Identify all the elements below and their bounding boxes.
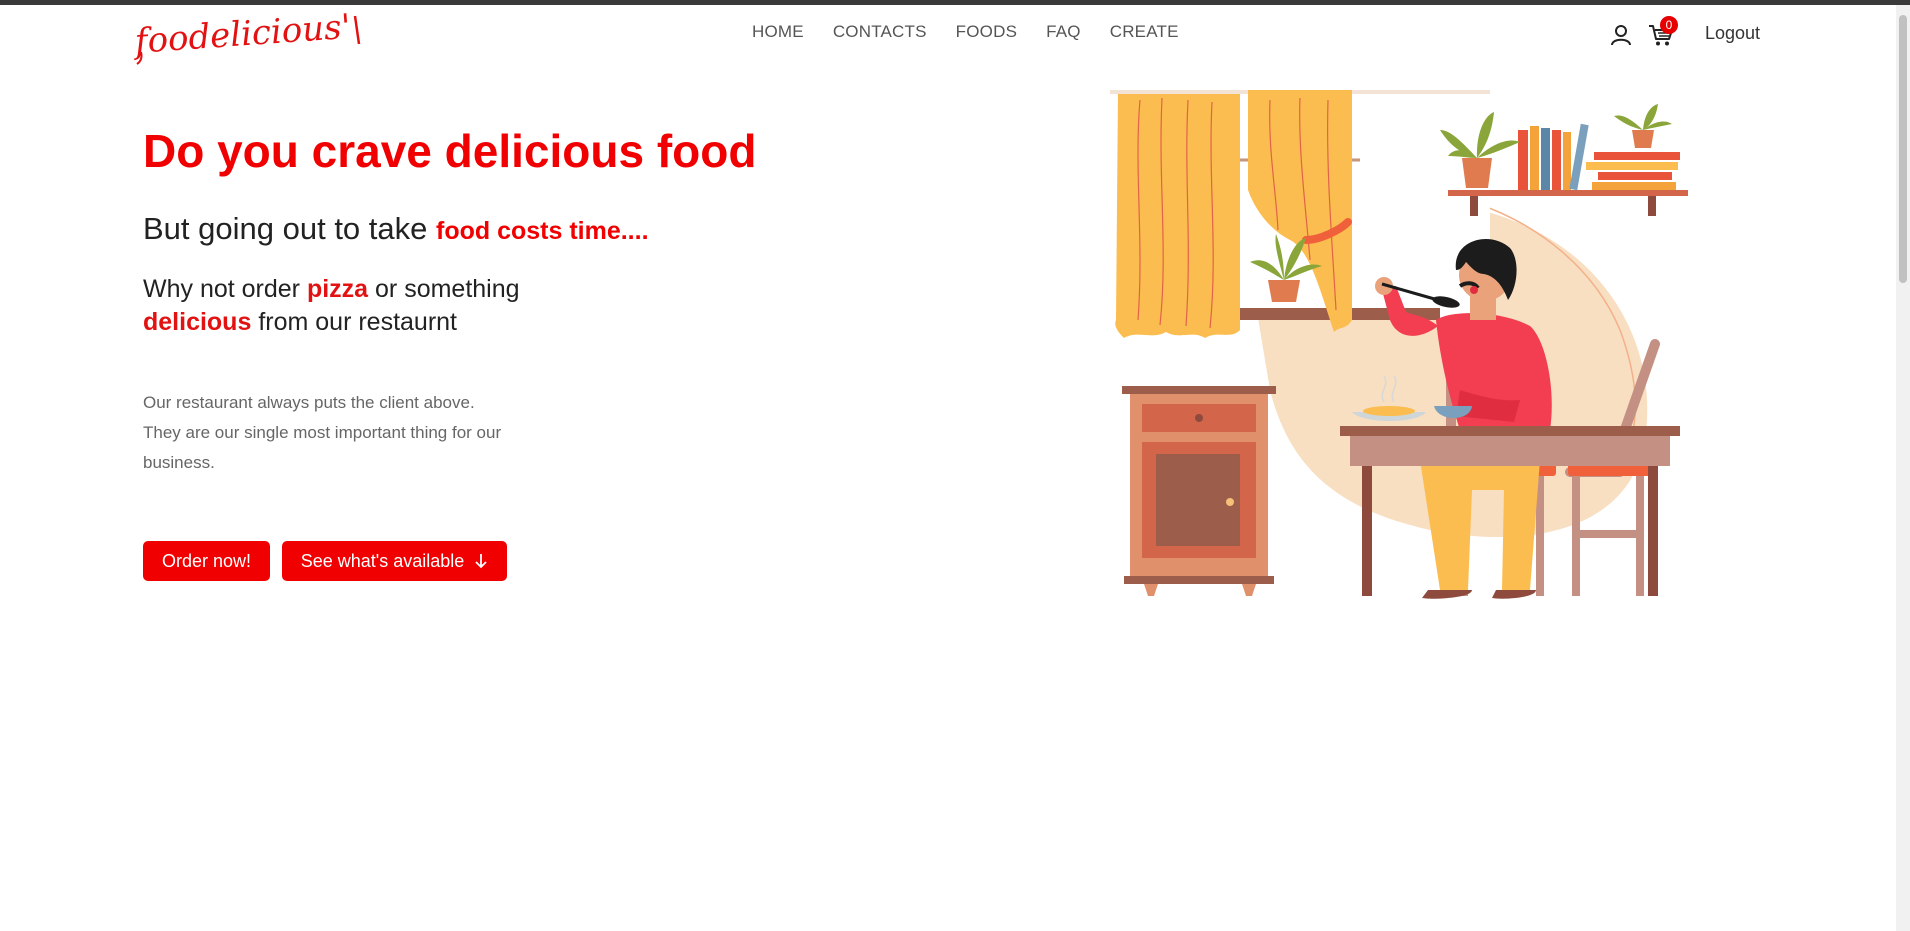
wall-shelf: [1448, 190, 1688, 196]
logo[interactable]: foodelicious': [133, 8, 363, 68]
why-text-3: from our restaurnt: [251, 308, 458, 336]
logout-link[interactable]: Logout: [1705, 23, 1760, 44]
table: [1340, 426, 1680, 436]
see-available-label: See what's available: [300, 550, 465, 571]
hero-subtitle-text: But going out to take: [143, 211, 436, 246]
arrow-down-icon: [475, 554, 487, 569]
page-scrollbar[interactable]: [1896, 5, 1910, 931]
user-icon[interactable]: [1610, 23, 1632, 47]
why-highlight-delicious: delicious: [143, 308, 252, 336]
scrollbar-thumb[interactable]: [1899, 15, 1907, 283]
browser-top-strip: [0, 0, 1910, 5]
svg-text:foodelicious': foodelicious': [133, 8, 352, 62]
hero-illustration: [1110, 90, 1688, 599]
main-nav: HOME CONTACTS FOODS FAQ CREATE: [752, 22, 1208, 42]
hero-subtitle: But going out to take food costs time...…: [143, 211, 649, 247]
nav-home[interactable]: HOME: [752, 22, 804, 42]
hero-subtitle-highlight: food costs time....: [436, 217, 649, 245]
hero-title: Do you crave delicious food: [143, 125, 757, 177]
hero-description: Our restaurant always puts the client ab…: [143, 393, 502, 472]
hero-why-text: Why not order pizza or something deliciou…: [143, 273, 663, 339]
why-text-1: Why not order: [143, 275, 307, 303]
nav-faq[interactable]: FAQ: [1046, 22, 1081, 42]
nav-foods[interactable]: FOODS: [956, 22, 1017, 42]
nav-contacts[interactable]: CONTACTS: [833, 22, 927, 42]
cart-count-badge: 0: [1660, 16, 1678, 34]
why-text-2: or something: [368, 275, 520, 303]
order-now-button[interactable]: Order now!: [143, 541, 270, 581]
left-curtain: [1115, 90, 1240, 338]
why-highlight-pizza: pizza: [306, 275, 369, 303]
order-now-label: Order now!: [161, 550, 252, 571]
see-available-button[interactable]: See what's available: [282, 541, 507, 581]
cabinet: [1122, 386, 1276, 394]
nav-create[interactable]: CREATE: [1110, 22, 1179, 42]
